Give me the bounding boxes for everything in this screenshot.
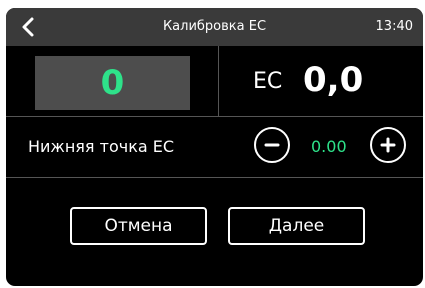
page-title: Калибровка EC	[162, 19, 267, 34]
calibration-point-label: Нижняя точка EC	[28, 137, 175, 156]
decrement-button[interactable]	[254, 127, 290, 163]
calibration-point-row: Нижняя точка EC 0.00	[6, 117, 423, 178]
minus-icon	[264, 143, 280, 147]
raw-value: 0	[100, 63, 125, 103]
plus-icon	[380, 137, 396, 153]
next-button[interactable]: Далее	[228, 207, 365, 245]
calibration-point-value: 0.00	[311, 137, 347, 156]
clock: 13:40	[375, 19, 413, 34]
ec-value: 0,0	[303, 60, 364, 100]
cancel-button[interactable]: Отмена	[70, 207, 207, 245]
ec-label: EC	[253, 69, 283, 94]
raw-value-box: 0	[35, 56, 190, 110]
top-bar: Калибровка EC 13:40	[6, 8, 423, 46]
divider	[218, 46, 219, 116]
device-screen: Калибровка EC 13:40 0 EC 0,0 Нижняя точк…	[6, 8, 423, 286]
measurement-row: 0 EC 0,0	[6, 46, 423, 117]
increment-button[interactable]	[370, 127, 406, 163]
